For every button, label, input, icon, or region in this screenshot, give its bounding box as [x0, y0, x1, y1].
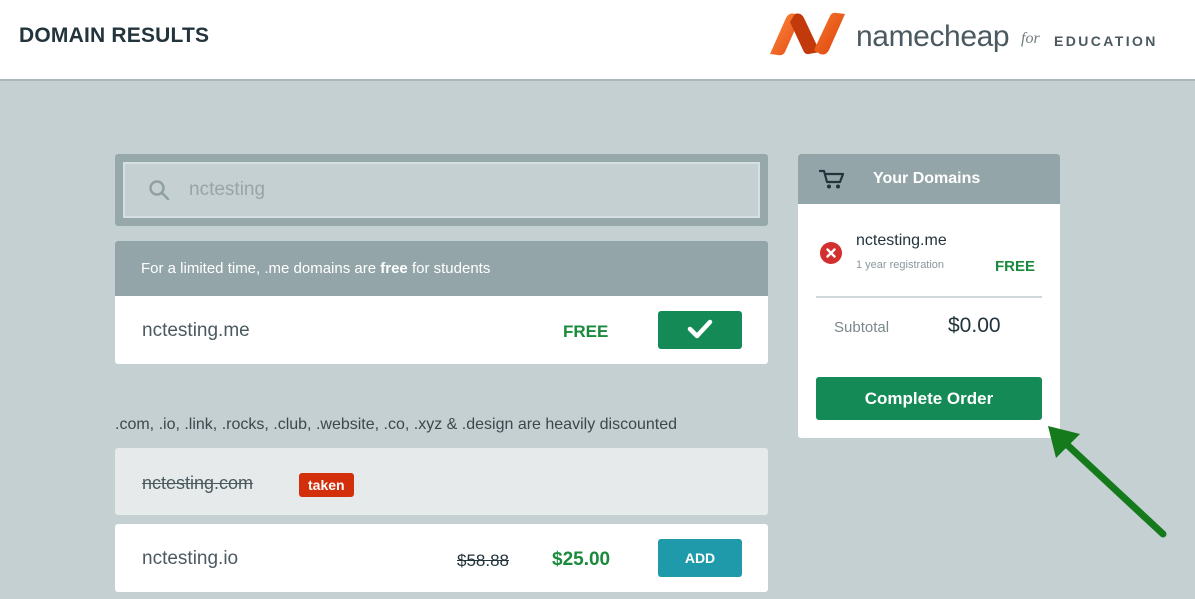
checkmark-icon: [687, 319, 713, 338]
domain-price: FREE: [563, 322, 609, 341]
taken-badge: taken: [299, 473, 354, 497]
divider: [816, 296, 1042, 298]
cart-header: Your Domains: [798, 154, 1060, 204]
cart-panel: Your Domains nctesting.me 1 year registr…: [798, 154, 1060, 438]
old-price: $58.88: [457, 551, 509, 570]
brand-for: for: [1021, 30, 1040, 47]
complete-order-button[interactable]: Complete Order: [816, 377, 1042, 420]
cart-title: Your Domains: [873, 170, 981, 187]
cart-item-domain: nctesting.me: [856, 232, 947, 249]
brand-name: namecheap: [856, 20, 1010, 53]
search-container: [115, 154, 768, 226]
green-arrow-icon: [1048, 426, 1167, 538]
cart-item-price: FREE: [995, 258, 1036, 275]
remove-icon[interactable]: [820, 242, 842, 264]
header: DOMAIN RESULTS namecheap for EDUCATION: [0, 0, 1195, 81]
subtotal-value: $0.00: [948, 314, 1001, 337]
discount-note: .com, .io, .link, .rocks, .club, .websit…: [115, 416, 678, 433]
cart-item-registration: 1 year registration: [856, 259, 945, 271]
page-title: DOMAIN RESULTS: [19, 24, 210, 47]
subtotal-label: Subtotal: [834, 319, 890, 336]
domain-row-taken: nctesting.com taken: [115, 448, 768, 515]
domain-row-io: nctesting.io $58.88 $25.00 ADD: [115, 524, 768, 592]
domain-row-me: nctesting.me FREE: [115, 296, 768, 364]
cart-icon: [819, 169, 845, 189]
brand-education: EDUCATION: [1054, 33, 1158, 49]
promo-text: For a limited time, .me domains are free…: [141, 260, 491, 277]
search-input[interactable]: [189, 171, 729, 209]
add-button[interactable]: ADD: [658, 539, 742, 577]
search-box: [123, 162, 760, 218]
close-icon: [826, 248, 836, 258]
namecheap-logo-icon: [770, 12, 845, 56]
search-icon: [149, 180, 170, 201]
domain-name: nctesting.com: [142, 473, 254, 493]
new-price: $25.00: [552, 549, 611, 570]
selected-check-button[interactable]: [658, 311, 742, 349]
promo-bar: For a limited time, .me domains are free…: [115, 241, 768, 296]
domain-name: nctesting.me: [142, 320, 250, 341]
domain-name: nctesting.io: [142, 548, 239, 569]
